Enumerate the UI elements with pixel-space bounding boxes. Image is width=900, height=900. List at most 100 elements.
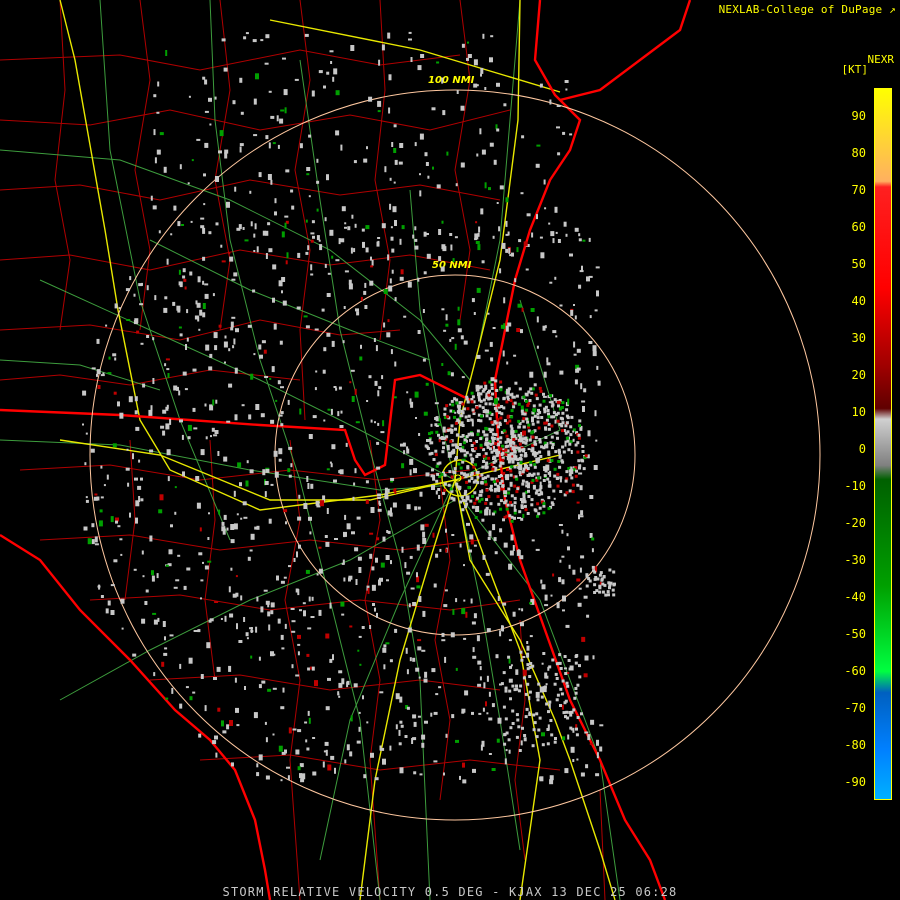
echo-pixel <box>493 159 497 165</box>
echo-pixel <box>592 569 595 573</box>
echo-pixel <box>260 39 264 42</box>
echo-pixel <box>462 472 466 476</box>
echo-pixel <box>484 509 489 516</box>
echo-pixel <box>340 601 345 607</box>
echo-pixel <box>506 415 510 419</box>
echo-pixel <box>185 344 187 350</box>
echo-pixel <box>315 370 318 373</box>
echo-pixel <box>288 474 292 478</box>
echo-pixel <box>526 663 530 667</box>
echo-pixel <box>462 762 465 768</box>
echo-pixel <box>214 345 218 351</box>
echo-pixel <box>207 537 210 540</box>
echo-pixel <box>310 232 315 235</box>
echo-pixel <box>365 247 369 253</box>
echo-pixel <box>557 460 561 463</box>
echo-pixel <box>156 573 159 579</box>
echo-pixel <box>460 335 464 340</box>
echo-pixel <box>287 399 290 405</box>
echo-pixel <box>536 214 538 220</box>
echo-pixel <box>218 324 222 328</box>
echo-pixel <box>110 516 114 523</box>
echo-pixel <box>472 655 477 659</box>
echo-pixel <box>335 130 340 136</box>
echo-pixel <box>477 392 480 397</box>
echo-pixel <box>280 411 284 415</box>
echo-pixel <box>488 530 492 537</box>
echo-pixel <box>583 388 587 393</box>
echo-pixel <box>152 205 157 210</box>
echo-pixel <box>476 481 480 485</box>
echo-pixel <box>151 570 154 576</box>
echo-pixel <box>280 109 285 112</box>
echo-pixel <box>291 630 296 633</box>
echo-pixel <box>533 414 537 418</box>
echo-pixel <box>578 466 581 470</box>
echo-pixel <box>561 411 565 415</box>
echo-pixel <box>516 328 521 332</box>
echo-pixel <box>278 448 283 455</box>
echo-pixel <box>221 260 226 263</box>
echo-pixel <box>532 713 536 717</box>
echo-pixel <box>453 415 456 419</box>
echo-pixel <box>562 711 566 715</box>
echo-pixel <box>324 535 328 538</box>
echo-pixel <box>374 777 379 781</box>
echo-pixel <box>488 691 491 697</box>
echo-pixel <box>425 472 430 477</box>
echo-pixel <box>178 390 181 396</box>
echo-pixel <box>265 253 268 259</box>
echo-pixel <box>272 297 275 303</box>
echo-pixel <box>265 34 270 39</box>
echo-pixel <box>533 721 537 725</box>
echo-pixel <box>325 633 330 639</box>
echo-pixel <box>523 504 527 508</box>
echo-pixel <box>297 589 300 596</box>
echo-pixel <box>596 577 600 581</box>
echo-pixel <box>405 647 408 654</box>
echo-pixel <box>253 98 257 105</box>
echo-pixel <box>549 99 552 105</box>
echo-pixel <box>476 354 481 359</box>
echo-pixel <box>311 596 314 601</box>
echo-pixel <box>253 233 256 238</box>
echo-pixel <box>469 453 473 457</box>
colorbar-tick: -50 <box>844 627 866 641</box>
echo-pixel <box>522 417 526 421</box>
echo-pixel <box>157 617 160 622</box>
echo-pixel <box>494 442 498 446</box>
echo-pixel <box>509 726 513 730</box>
echo-pixel <box>513 508 517 512</box>
echo-pixel <box>559 667 563 670</box>
echo-pixel <box>318 609 322 616</box>
echo-pixel <box>256 596 259 602</box>
echo-pixel <box>479 419 483 423</box>
echo-pixel <box>166 449 171 456</box>
echo-pixel <box>436 472 440 476</box>
echo-pixel <box>434 449 438 453</box>
echo-pixel <box>547 710 550 714</box>
echo-pixel <box>570 710 574 714</box>
echo-pixel <box>486 441 490 445</box>
echo-pixel <box>354 547 359 552</box>
echo-pixel <box>586 276 590 282</box>
echo-pixel <box>91 367 96 370</box>
echo-pixel <box>553 740 557 744</box>
echo-pixel <box>511 446 516 451</box>
echo-pixel <box>569 425 573 429</box>
echo-pixel <box>354 223 357 228</box>
echo-pixel <box>463 564 465 567</box>
echo-pixel <box>278 745 283 752</box>
echo-pixel <box>406 571 411 575</box>
echo-pixel <box>527 448 531 451</box>
echo-pixel <box>172 301 176 306</box>
echo-pixel <box>461 708 466 713</box>
echo-pixel <box>121 627 124 630</box>
echo-pixel <box>509 254 513 257</box>
echo-pixel <box>519 453 523 457</box>
echo-pixel <box>161 661 165 667</box>
echo-pixel <box>445 548 448 553</box>
echo-pixel <box>267 611 271 617</box>
echo-pixel <box>594 410 597 417</box>
echo-pixel <box>475 221 478 224</box>
